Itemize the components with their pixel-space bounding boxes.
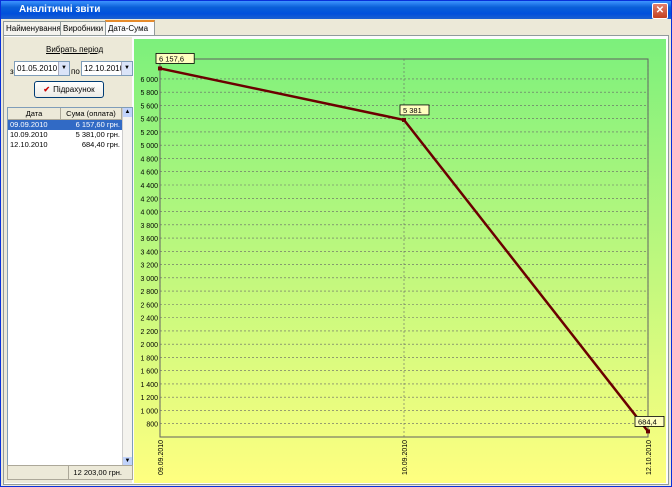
window-title: Аналітичні звіти <box>19 4 101 15</box>
table-header: Дата Сума (оплата) <box>8 108 122 120</box>
y-tick-label: 3 800 <box>140 223 158 230</box>
x-tick-label: 12.10.2010 <box>646 440 653 475</box>
analytics-window: Аналітичні звіти ✕ Найменування Виробник… <box>0 0 672 487</box>
y-tick-label: 3 000 <box>140 276 158 283</box>
data-point <box>646 429 650 434</box>
y-tick-label: 5 000 <box>140 143 158 150</box>
y-tick-label: 3 200 <box>140 263 158 270</box>
x-tick-label: 09.09.2010 <box>158 440 165 475</box>
cell-sum: 6 157,60 грн. <box>75 120 120 129</box>
title-bar[interactable]: Аналітичні звіти ✕ <box>1 1 671 19</box>
y-tick-label: 2 200 <box>140 329 158 336</box>
x-tick-label: 10.09.2010 <box>402 440 409 475</box>
chevron-down-icon[interactable]: ▼ <box>58 62 69 75</box>
cell-date: 09.09.2010 <box>10 120 48 129</box>
y-tick-label: 1 200 <box>140 395 158 402</box>
data-point <box>402 117 406 122</box>
tab-names[interactable]: Найменування <box>3 21 63 35</box>
data-point <box>158 66 162 71</box>
cell-date: 12.10.2010 <box>10 140 48 149</box>
column-header-date[interactable]: Дата <box>8 108 61 119</box>
sales-table: Дата Сума (оплата) 09.09.2010 6 157,60 г… <box>7 107 133 467</box>
y-tick-label: 1 600 <box>140 369 158 376</box>
y-tick-label: 2 400 <box>140 316 158 323</box>
data-label: 6 157,6 <box>159 54 184 63</box>
table-row[interactable]: 09.09.2010 6 157,60 грн. <box>8 120 122 130</box>
from-date-picker[interactable]: 01.05.2010 ▼ <box>14 61 70 76</box>
y-tick-label: 3 600 <box>140 236 158 243</box>
y-tick-label: 4 200 <box>140 196 158 203</box>
table-row[interactable]: 10.09.2010 5 381,00 грн. <box>8 130 122 140</box>
date-sum-chart: 800 1 000 1 200 1 400 1 600 1 800 2 000 2 200 2 … <box>134 39 666 483</box>
y-tick-label: 2 000 <box>140 342 158 349</box>
calculate-label: Підрахунок <box>53 85 95 94</box>
data-label: 5 381 <box>403 106 422 115</box>
y-tick-label: 1 000 <box>140 408 158 415</box>
cell-sum: 684,40 грн. <box>81 140 120 149</box>
calculate-button[interactable]: ✔ Підрахунок <box>34 81 104 98</box>
from-date-value: 01.05.2010 <box>17 64 58 73</box>
y-tick-label: 6 000 <box>140 77 158 84</box>
y-tick-label: 3 400 <box>140 249 158 256</box>
cell-sum: 5 381,00 грн. <box>75 130 120 139</box>
y-tick-label: 1 800 <box>140 355 158 362</box>
y-tick-label: 4 800 <box>140 156 158 163</box>
scroll-up-icon[interactable]: ▲ <box>123 108 132 117</box>
y-tick-label: 4 600 <box>140 170 158 177</box>
period-label: Вибрать період <box>46 45 104 54</box>
chevron-down-icon[interactable]: ▼ <box>121 62 132 75</box>
y-tick-label: 5 600 <box>140 103 158 110</box>
y-tick-label: 2 800 <box>140 289 158 296</box>
y-tick-label: 2 600 <box>140 302 158 309</box>
total-sum: 12 203,00 грн. <box>68 466 124 479</box>
table-total-row: 12 203,00 грн. <box>7 465 133 480</box>
to-date-picker[interactable]: 12.10.2010 ▼ <box>81 61 133 76</box>
y-tick-label: 800 <box>146 422 158 429</box>
tab-manufacturers[interactable]: Виробники <box>60 21 108 35</box>
check-icon: ✔ <box>43 85 51 94</box>
close-button[interactable]: ✕ <box>652 3 668 19</box>
column-header-sum[interactable]: Сума (оплата) <box>61 108 122 119</box>
y-tick-label: 4 400 <box>140 183 158 190</box>
table-row[interactable]: 12.10.2010 684,40 грн. <box>8 140 122 150</box>
y-tick-label: 4 000 <box>140 210 158 217</box>
cell-date: 10.09.2010 <box>10 130 48 139</box>
to-date-value: 12.10.2010 <box>84 64 125 73</box>
y-tick-label: 5 200 <box>140 130 158 137</box>
y-tick-label: 1 400 <box>140 382 158 389</box>
y-tick-label: 5 400 <box>140 117 158 124</box>
y-tick-label: 5 800 <box>140 90 158 97</box>
filter-panel: Вибрать період з 01.05.2010 ▼ по 12.10.2… <box>4 37 133 483</box>
data-label: 684,4 <box>638 417 657 426</box>
table-scrollbar[interactable]: ▲ ▼ <box>122 108 132 466</box>
to-prefix: по <box>71 67 80 76</box>
